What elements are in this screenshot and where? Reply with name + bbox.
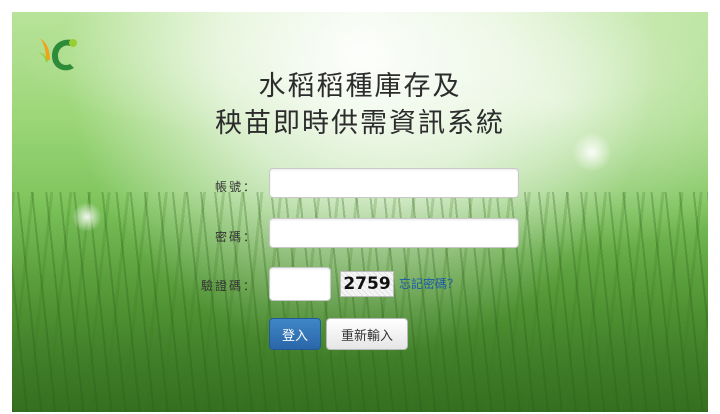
password-label: 密碼： (215, 230, 258, 244)
light-sparkle (72, 202, 102, 232)
title-line-2: 秧苗即時供需資訊系統 (215, 108, 505, 139)
captcha-image[interactable]: 2759 (340, 271, 394, 297)
account-label: 帳號： (215, 180, 258, 194)
account-input[interactable] (269, 168, 519, 198)
title-line-1: 水稻稻種庫存及 (258, 71, 462, 102)
captcha-label: 驗證碼： (201, 279, 258, 293)
forgot-password-link[interactable]: 忘記密碼？ (399, 275, 459, 292)
login-button[interactable]: 登入 (269, 318, 321, 350)
page-title: 水稻稻種庫存及 秧苗即時供需資訊系統 (12, 68, 708, 142)
light-sparkle (432, 172, 456, 196)
reset-button[interactable]: 重新輸入 (326, 318, 408, 350)
password-input[interactable] (269, 218, 519, 248)
captcha-input[interactable] (269, 267, 331, 301)
login-background: 水稻稻種庫存及 秧苗即時供需資訊系統 帳號： 密碼： 驗證碼： 2759 忘記密… (12, 12, 708, 412)
